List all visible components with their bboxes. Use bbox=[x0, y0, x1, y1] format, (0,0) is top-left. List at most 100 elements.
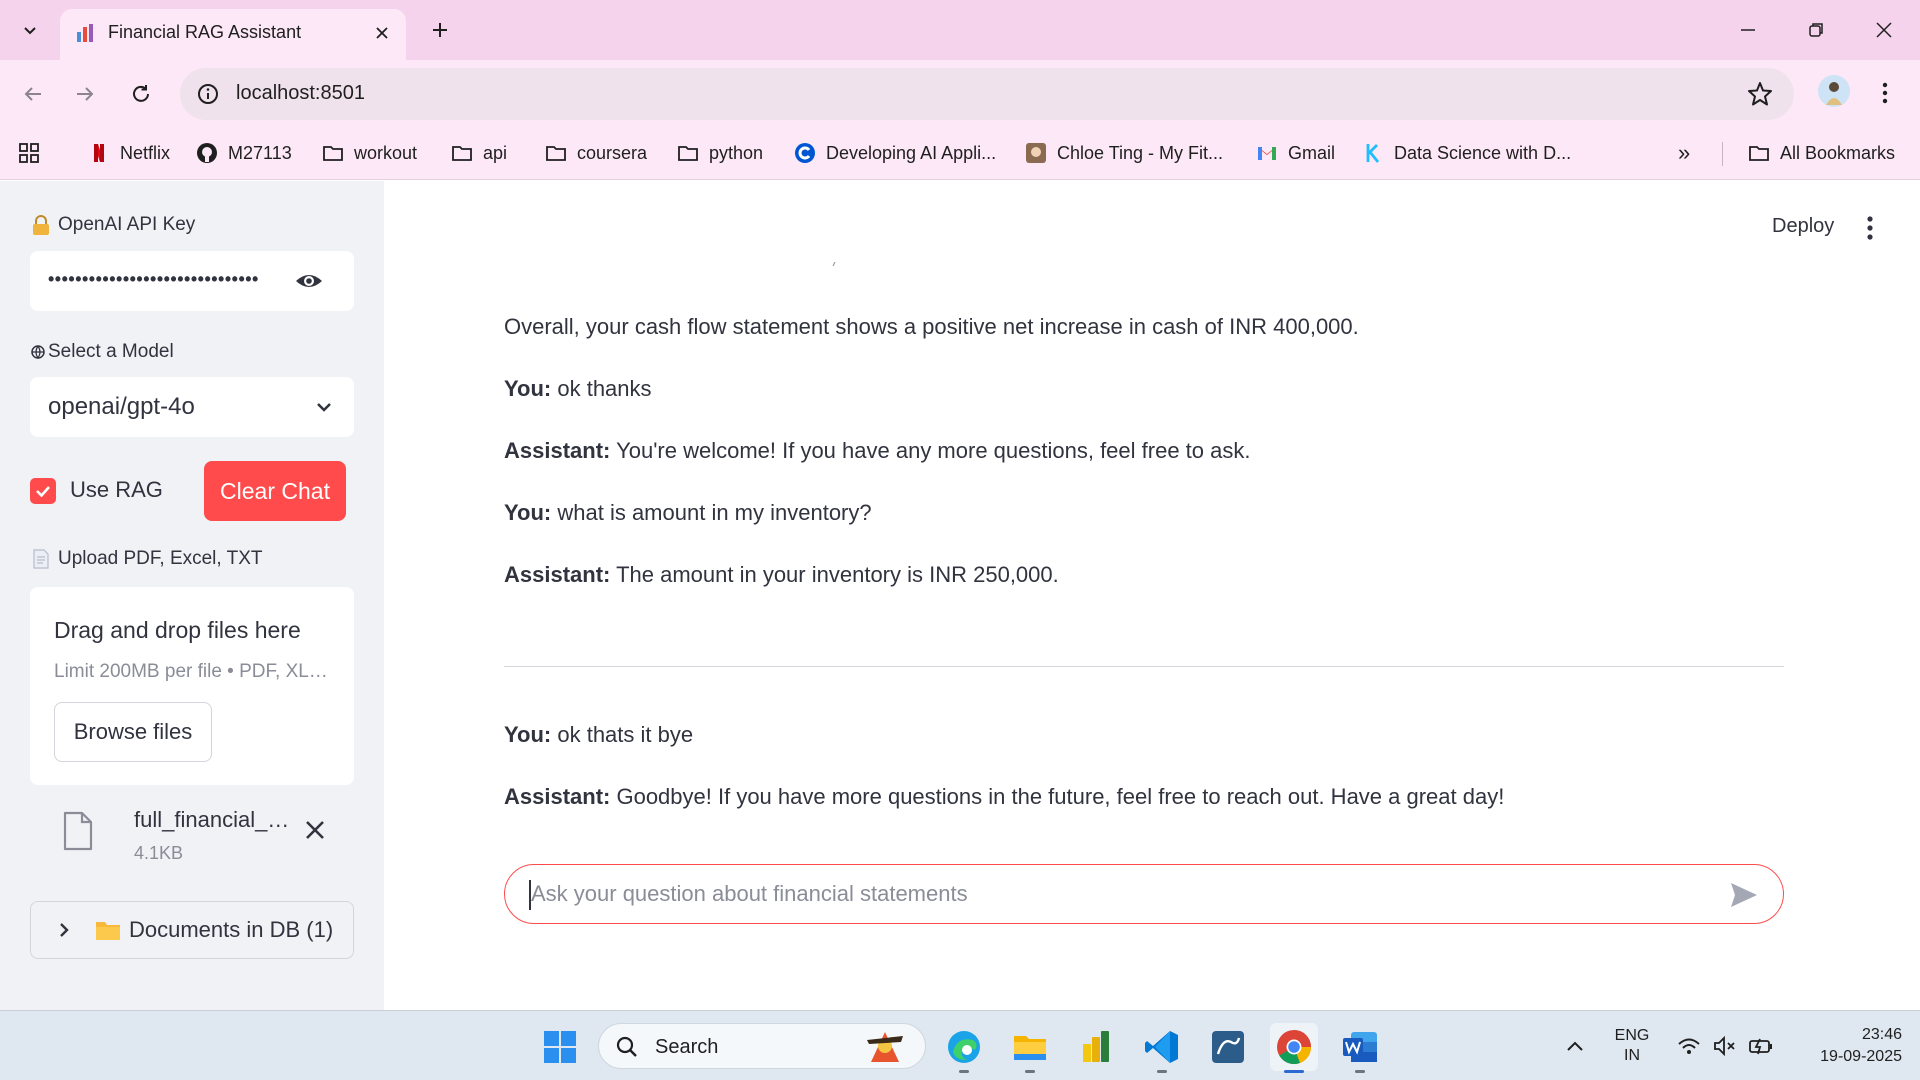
dropzone-limit: Limit 200MB per file • PDF, XL… bbox=[54, 661, 328, 682]
eye-icon[interactable] bbox=[294, 268, 324, 294]
chevron-down-icon[interactable] bbox=[312, 395, 336, 419]
plus-icon bbox=[433, 23, 447, 37]
address-bar[interactable]: localhost:8501 bbox=[180, 68, 1794, 120]
uploaded-file: full_financial_… 4.1KB bbox=[30, 803, 354, 873]
chat-message: You: what is amount in my inventory? bbox=[504, 500, 872, 526]
taskbar-search[interactable]: Search bbox=[598, 1023, 926, 1069]
lock-icon bbox=[33, 215, 49, 235]
chat-input-placeholder[interactable]: Ask your question about financial statem… bbox=[531, 881, 968, 907]
profile-avatar[interactable] bbox=[1818, 75, 1850, 107]
language-indicator[interactable]: ENG IN bbox=[1604, 1011, 1660, 1080]
running-indicator bbox=[1355, 1070, 1365, 1073]
chat-message: You: ok thats it bye bbox=[504, 722, 693, 748]
apps-button[interactable] bbox=[18, 139, 40, 167]
bookmark-chloe-ting[interactable]: Chloe Ting - My Fit... bbox=[1025, 139, 1223, 167]
windows-logo-icon bbox=[544, 1031, 576, 1063]
streamlit-favicon-icon bbox=[77, 24, 93, 42]
taskbar-chrome[interactable] bbox=[1270, 1023, 1318, 1073]
app-menu-kebab-icon[interactable] bbox=[1860, 213, 1880, 243]
message-speaker: Assistant: bbox=[504, 438, 611, 463]
documents-expander[interactable]: Documents in DB (1) bbox=[30, 901, 354, 959]
bookmark-workout[interactable]: workout bbox=[322, 139, 417, 167]
all-bookmarks[interactable]: All Bookmarks bbox=[1748, 139, 1895, 167]
close-window-button[interactable] bbox=[1866, 12, 1902, 48]
dropzone-title: Drag and drop files here bbox=[54, 617, 301, 643]
forward-button[interactable] bbox=[66, 75, 104, 113]
model-select[interactable]: openai/gpt-4o bbox=[30, 377, 354, 437]
api-key-value[interactable]: ••••••••••••••••••••••••••••••• bbox=[48, 269, 259, 290]
info-icon[interactable] bbox=[196, 82, 220, 106]
browser-menu-button[interactable] bbox=[1870, 75, 1900, 111]
new-tab-button[interactable] bbox=[424, 14, 456, 46]
chat-message: Assistant: You're welcome! If you have a… bbox=[504, 438, 1250, 464]
bookmark-coursera[interactable]: coursera bbox=[545, 139, 647, 167]
clear-chat-button[interactable]: Clear Chat bbox=[204, 461, 346, 521]
bookmark-star-icon[interactable] bbox=[1746, 80, 1774, 108]
volume-status[interactable] bbox=[1708, 1011, 1742, 1080]
check-icon bbox=[36, 486, 50, 498]
minimize-icon bbox=[1741, 29, 1755, 31]
bookmark-developing-ai[interactable]: Developing AI Appli... bbox=[794, 139, 996, 167]
uploaded-file-name: full_financial_… bbox=[134, 807, 290, 832]
tray-overflow-button[interactable] bbox=[1560, 1011, 1590, 1080]
restore-button[interactable] bbox=[1798, 12, 1834, 48]
bookmark-python[interactable]: python bbox=[677, 139, 763, 167]
taskbar-file-explorer[interactable] bbox=[1006, 1023, 1054, 1073]
back-button[interactable] bbox=[14, 75, 52, 113]
deploy-button[interactable]: Deploy bbox=[1772, 215, 1834, 238]
arrow-left-icon bbox=[24, 87, 41, 101]
remove-file-icon[interactable] bbox=[302, 817, 328, 843]
url-text[interactable]: localhost:8501 bbox=[236, 82, 365, 105]
file-icon bbox=[63, 811, 93, 851]
more-bookmarks-button[interactable]: » bbox=[1678, 139, 1690, 167]
netflix-icon bbox=[94, 144, 104, 162]
battery-status[interactable] bbox=[1744, 1011, 1778, 1080]
edge-icon bbox=[948, 1031, 980, 1063]
bookmarks-divider bbox=[1722, 142, 1723, 166]
restore-icon bbox=[1809, 23, 1823, 37]
mysql-workbench-icon bbox=[1212, 1031, 1244, 1063]
tab-close-icon[interactable] bbox=[370, 21, 394, 45]
bookmark-label: Data Science with D... bbox=[1394, 142, 1572, 163]
folder-icon bbox=[678, 146, 698, 161]
folder-icon bbox=[323, 146, 343, 161]
bookmark-data-science[interactable]: Data Science with D... bbox=[1362, 139, 1571, 167]
model-select-value[interactable]: openai/gpt-4o bbox=[48, 393, 195, 421]
taskbar-vscode[interactable] bbox=[1138, 1023, 1186, 1073]
folder-icon bbox=[96, 922, 120, 940]
browse-files-button[interactable]: Browse files bbox=[54, 702, 212, 762]
tab-search-dropdown[interactable] bbox=[12, 12, 48, 48]
start-button[interactable] bbox=[536, 1023, 584, 1071]
bookmark-label: api bbox=[483, 142, 508, 163]
taskbar-word[interactable] bbox=[1336, 1023, 1384, 1073]
use-rag-label[interactable]: Use RAG bbox=[70, 477, 163, 503]
tab-financial-rag[interactable]: Financial RAG Assistant bbox=[60, 9, 406, 60]
bookmark-label: workout bbox=[354, 142, 418, 163]
wifi-status[interactable] bbox=[1672, 1011, 1706, 1080]
bookmark-label: Netflix bbox=[120, 142, 171, 163]
bookmark-gmail[interactable]: Gmail bbox=[1256, 139, 1335, 167]
chat-input[interactable]: Ask your question about financial statem… bbox=[504, 864, 1784, 924]
taskbar-power-bi[interactable] bbox=[1072, 1023, 1120, 1071]
api-key-input[interactable]: ••••••••••••••••••••••••••••••• bbox=[30, 251, 354, 311]
model-label-text: Select a Model bbox=[48, 341, 174, 362]
taskbar-search-label: Search bbox=[655, 1036, 719, 1058]
close-icon bbox=[1876, 22, 1892, 38]
minimize-button[interactable] bbox=[1730, 12, 1766, 48]
chat-message: Overall, your cash flow statement shows … bbox=[504, 314, 1359, 340]
bookmark-api[interactable]: api bbox=[451, 139, 507, 167]
clock[interactable]: 23:46 19-09-2025 bbox=[1790, 1011, 1902, 1080]
reload-button[interactable] bbox=[122, 75, 160, 113]
taskbar-mysql-workbench[interactable] bbox=[1204, 1023, 1252, 1071]
search-icon bbox=[616, 1036, 637, 1057]
taskbar-edge[interactable] bbox=[940, 1023, 988, 1073]
bookmark-github[interactable]: M27113 bbox=[196, 139, 292, 167]
send-icon[interactable] bbox=[1729, 881, 1759, 909]
power-bi-icon bbox=[1083, 1031, 1109, 1062]
chat-message: You: ok thanks bbox=[504, 376, 652, 402]
bookmark-label: Gmail bbox=[1288, 142, 1336, 163]
word-icon bbox=[1343, 1032, 1377, 1062]
use-rag-checkbox[interactable] bbox=[30, 478, 56, 504]
file-dropzone[interactable]: Drag and drop files here Limit 200MB per… bbox=[30, 587, 354, 785]
bookmark-netflix[interactable]: Netflix bbox=[88, 139, 170, 167]
